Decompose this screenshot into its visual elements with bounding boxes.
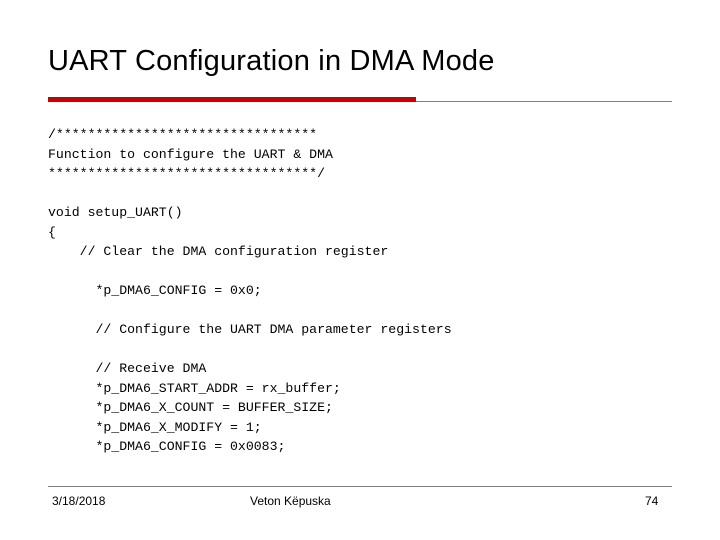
title-accent-bar: [48, 97, 416, 102]
code-block: /********************************* Funct…: [48, 127, 452, 455]
footer-date: 3/18/2018: [52, 494, 106, 508]
footer-divider: [48, 486, 672, 487]
footer-page-number: 74: [645, 494, 659, 508]
slide: UART Configuration in DMA Mode /********…: [0, 0, 720, 540]
page-title: UART Configuration in DMA Mode: [48, 45, 495, 77]
footer-author: Veton Këpuska: [250, 494, 331, 508]
